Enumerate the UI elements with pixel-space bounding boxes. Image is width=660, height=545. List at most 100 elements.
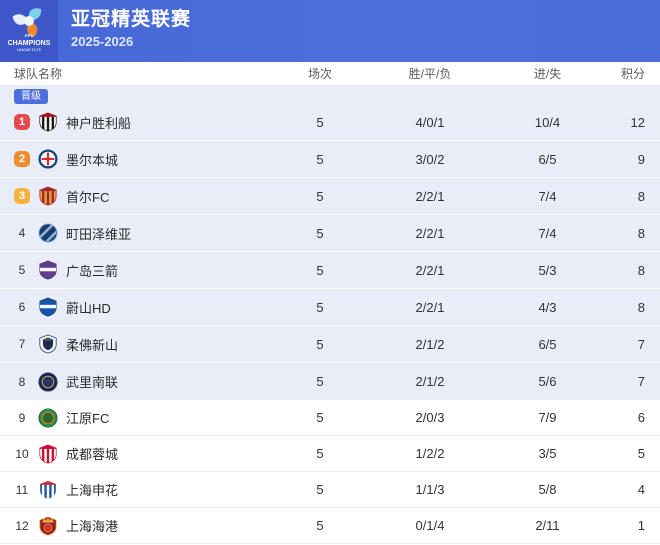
qualification-badge: 晋级	[14, 89, 48, 104]
goals-for-against: 5/8	[480, 482, 615, 497]
matches-played: 5	[260, 337, 380, 352]
table-row[interactable]: 1 神户胜利船 54/0/110/412	[0, 104, 660, 141]
table-row[interactable]: 9江原FC52/0/37/96	[0, 400, 660, 436]
team-name: 神户胜利船	[66, 113, 131, 132]
team-name: 武里南联	[66, 372, 118, 391]
points: 8	[615, 263, 660, 278]
table-row[interactable]: 2墨尔本城53/0/26/59	[0, 141, 660, 178]
team-logo	[38, 149, 58, 169]
win-draw-loss: 2/1/2	[380, 374, 480, 389]
team-name: 首尔FC	[66, 187, 109, 206]
team-name: 上海申花	[66, 480, 118, 499]
goals-for-against: 7/4	[480, 189, 615, 204]
matches-played: 5	[260, 189, 380, 204]
team-name: 上海海港	[66, 516, 118, 535]
points: 9	[615, 152, 660, 167]
win-draw-loss: 2/2/1	[380, 263, 480, 278]
team-name: 蔚山HD	[66, 298, 111, 317]
goals-for-against: 7/9	[480, 410, 615, 425]
table-header: 球队名称 场次 胜/平/负 进/失 积分	[0, 62, 660, 86]
matches-played: 5	[260, 410, 380, 425]
team-name: 柔佛新山	[66, 335, 118, 354]
season-label: 2025-2026	[71, 34, 191, 49]
matches-played: 5	[260, 115, 380, 130]
page-title: 亚冠精英联赛	[71, 9, 191, 31]
logo-text-afc: AFC	[24, 33, 34, 38]
team-logo	[38, 408, 58, 428]
points: 12	[615, 115, 660, 130]
column-played: 场次	[260, 65, 380, 82]
rank-number: 10	[14, 446, 30, 462]
team-logo	[38, 444, 58, 464]
matches-played: 5	[260, 300, 380, 315]
team-name: 成都蓉城	[66, 444, 118, 463]
table-row[interactable]: 4町田泽维亚52/2/17/48	[0, 215, 660, 252]
win-draw-loss: 3/0/2	[380, 152, 480, 167]
points: 5	[615, 446, 660, 461]
team-logo	[38, 334, 58, 354]
rank-badge: 1	[14, 114, 30, 130]
table-row[interactable]: 7柔佛新山52/1/26/57	[0, 326, 660, 363]
rank-number: 5	[14, 262, 30, 278]
table-row[interactable]: 3首尔FC52/2/17/48	[0, 178, 660, 215]
win-draw-loss: 1/1/3	[380, 482, 480, 497]
table-row[interactable]: 5广岛三箭52/2/15/38	[0, 252, 660, 289]
rank-number: 11	[14, 482, 30, 498]
qualification-zone: 晋级 1神户胜利船54/0/110/4122墨尔本城53/0/26/593首尔F…	[0, 86, 660, 400]
win-draw-loss: 2/0/3	[380, 410, 480, 425]
afc-ball-icon: AFC CHAMPIONS LEAGUE ELITE	[3, 6, 55, 56]
win-draw-loss: 2/1/2	[380, 337, 480, 352]
points: 4	[615, 482, 660, 497]
team-logo	[38, 223, 58, 243]
table-row[interactable]: 10成都蓉城51/2/23/55	[0, 436, 660, 472]
matches-played: 5	[260, 518, 380, 533]
team-logo	[38, 372, 58, 392]
win-draw-loss: 2/2/1	[380, 300, 480, 315]
rank-badge: 2	[14, 151, 30, 167]
goals-for-against: 5/3	[480, 263, 615, 278]
team-name: 广岛三箭	[66, 261, 118, 280]
goals-for-against: 3/5	[480, 446, 615, 461]
rank-number: 6	[14, 299, 30, 315]
goals-for-against: 2/11	[480, 518, 615, 533]
table-row[interactable]: 6蔚山HD52/2/14/38	[0, 289, 660, 326]
column-wdl: 胜/平/负	[380, 65, 480, 82]
rank-number: 7	[14, 336, 30, 352]
rank-number: 12	[14, 518, 30, 534]
points: 7	[615, 337, 660, 352]
team-name: 町田泽维亚	[66, 224, 131, 243]
points: 8	[615, 226, 660, 241]
points: 7	[615, 374, 660, 389]
column-team: 球队名称	[0, 65, 260, 82]
standings-rest: 9江原FC52/0/37/9610成都蓉城51/2/23/5511上海申花51/…	[0, 400, 660, 544]
points: 8	[615, 189, 660, 204]
team-logo	[38, 297, 58, 317]
team-logo	[38, 112, 58, 132]
matches-played: 5	[260, 482, 380, 497]
points: 8	[615, 300, 660, 315]
team-logo	[38, 516, 58, 536]
team-name: 墨尔本城	[66, 150, 118, 169]
matches-played: 5	[260, 374, 380, 389]
goals-for-against: 6/5	[480, 152, 615, 167]
table-row[interactable]: 12上海海港50/1/42/111	[0, 508, 660, 544]
team-logo	[38, 186, 58, 206]
matches-played: 5	[260, 446, 380, 461]
matches-played: 5	[260, 263, 380, 278]
column-goals: 进/失	[480, 65, 615, 82]
team-logo	[38, 480, 58, 500]
win-draw-loss: 1/2/2	[380, 446, 480, 461]
points: 1	[615, 518, 660, 533]
team-name: 江原FC	[66, 408, 109, 427]
league-banner: AFC CHAMPIONS LEAGUE ELITE 亚冠精英联赛 2025-2…	[0, 0, 660, 62]
column-points: 积分	[615, 65, 660, 82]
rank-badge: 3	[14, 188, 30, 204]
logo-text-league-elite: LEAGUE ELITE	[17, 48, 42, 52]
win-draw-loss: 4/0/1	[380, 115, 480, 130]
rank-number: 4	[14, 225, 30, 241]
rank-number: 9	[14, 410, 30, 426]
team-logo	[38, 260, 58, 280]
goals-for-against: 10/4	[480, 115, 615, 130]
table-row[interactable]: 8武里南联52/1/25/67	[0, 363, 660, 400]
table-row[interactable]: 11 上海申花 51/1/35/84	[0, 472, 660, 508]
